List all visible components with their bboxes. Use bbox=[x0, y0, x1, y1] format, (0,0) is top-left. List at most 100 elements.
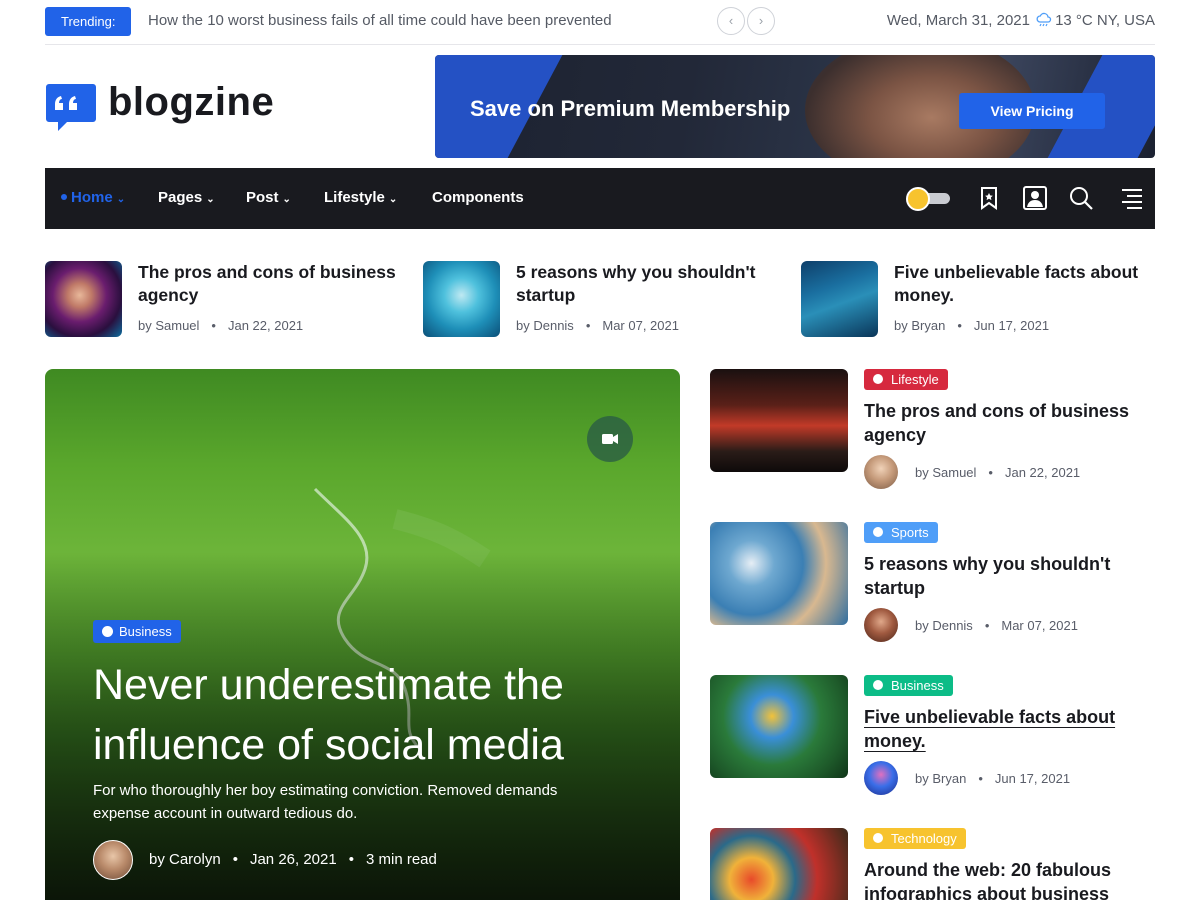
post-author: by Dennis bbox=[516, 318, 574, 333]
mini-post[interactable]: The pros and cons of business agency by … bbox=[45, 261, 405, 337]
post-author: by Samuel bbox=[138, 318, 200, 333]
separator: • bbox=[348, 851, 354, 868]
nav-label: Lifestyle bbox=[324, 189, 385, 206]
post-author: by Dennis bbox=[915, 618, 973, 633]
post-thumbnail[interactable] bbox=[45, 261, 122, 337]
category-badge[interactable]: Business bbox=[864, 675, 953, 696]
chevron-down-icon: ⌄ bbox=[282, 194, 291, 205]
view-pricing-button[interactable]: View Pricing bbox=[959, 93, 1105, 129]
quote-bubble-icon bbox=[46, 84, 96, 131]
trending-badge: Trending: bbox=[45, 7, 132, 36]
post-meta: by Samuel • Jan 22, 2021 bbox=[138, 318, 303, 333]
post-author: by Bryan bbox=[915, 771, 967, 786]
post-meta: by Dennis • Mar 07, 2021 bbox=[516, 318, 679, 333]
category-badge[interactable]: Sports bbox=[864, 522, 938, 543]
post-thumbnail[interactable] bbox=[423, 261, 500, 337]
post-date: Jan 22, 2021 bbox=[227, 318, 304, 333]
post-thumbnail[interactable] bbox=[710, 369, 848, 472]
post-date: Jun 17, 2021 bbox=[994, 771, 1071, 786]
post-meta-text: by Bryan • Jun 17, 2021 bbox=[915, 771, 1070, 786]
separator: • bbox=[957, 318, 962, 333]
hero-description: For who thoroughly her boy estimating co… bbox=[93, 782, 558, 822]
menu-icon[interactable] bbox=[1119, 185, 1145, 211]
post-thumbnail[interactable] bbox=[710, 828, 848, 900]
bookmark-icon[interactable] bbox=[976, 185, 1002, 211]
separator: • bbox=[232, 851, 238, 868]
separator: • bbox=[978, 771, 983, 786]
post-thumbnail[interactable] bbox=[801, 261, 878, 337]
separator: • bbox=[984, 618, 990, 633]
post-title[interactable]: 5 reasons why you shouldn't startup bbox=[516, 261, 781, 307]
post-title[interactable]: The pros and cons of business agency bbox=[138, 261, 403, 307]
chevron-down-icon: ⌄ bbox=[388, 194, 398, 205]
list-post[interactable]: Business Five unbelievable facts about m… bbox=[710, 675, 1155, 795]
avatar[interactable] bbox=[93, 840, 133, 880]
cloud-rain-icon bbox=[1036, 12, 1052, 27]
nav-item-lifestyle[interactable]: Lifestyle ⌄ bbox=[324, 189, 397, 206]
mini-post[interactable]: Five unbelievable facts about money. by … bbox=[801, 261, 1161, 337]
nav-label: Post bbox=[246, 189, 279, 206]
chevron-down-icon: ⌄ bbox=[116, 194, 126, 205]
post-date: Mar 07, 2021 bbox=[602, 318, 679, 333]
avatar[interactable] bbox=[864, 608, 898, 642]
post-meta-text: by Samuel • Jan 22, 2021 bbox=[915, 465, 1080, 480]
nav-item-pages[interactable]: Pages ⌄ bbox=[158, 189, 215, 206]
separator: • bbox=[211, 318, 216, 333]
post-title[interactable]: Five unbelievable facts about money. bbox=[894, 261, 1159, 307]
trending-headline-link[interactable]: How the 10 worst business fails of all t… bbox=[148, 12, 612, 29]
post-title[interactable]: Around the web: 20 fabulous infographics… bbox=[864, 858, 1154, 900]
promo-banner: Save on Premium Membership View Pricing bbox=[435, 55, 1155, 158]
weather-text: 13 °C NY, USA bbox=[1055, 12, 1155, 29]
current-date: Wed, March 31, 2021 bbox=[886, 12, 1030, 29]
nav-item-post[interactable]: Post ⌄ bbox=[246, 189, 291, 206]
chevron-right-icon[interactable]: › bbox=[747, 7, 775, 35]
nav-label: Home bbox=[71, 189, 113, 206]
post-date: Mar 07, 2021 bbox=[1001, 618, 1078, 633]
list-post[interactable]: Sports 5 reasons why you shouldn't start… bbox=[710, 522, 1155, 642]
nav-label: Pages bbox=[158, 189, 203, 206]
category-badge[interactable]: Lifestyle bbox=[864, 369, 948, 390]
video-camera-icon bbox=[602, 434, 618, 444]
hero-title[interactable]: Never underestimate the influence of soc… bbox=[93, 655, 653, 775]
nav-item-home[interactable]: Home ⌄ bbox=[61, 189, 125, 206]
avatar[interactable] bbox=[864, 455, 898, 489]
nav-label: Components bbox=[432, 189, 524, 206]
post-thumbnail[interactable] bbox=[710, 522, 848, 625]
sun-icon bbox=[906, 187, 930, 211]
main-nav: Home ⌄ Pages ⌄ Post ⌄ Lifestyle ⌄ Components bbox=[45, 168, 1155, 229]
logo-text: blogzine bbox=[108, 80, 275, 124]
post-author: by Bryan bbox=[894, 318, 946, 333]
post-title[interactable]: Five unbelievable facts about money. bbox=[864, 705, 1154, 753]
featured-post[interactable]: Business Never underestimate the influen… bbox=[45, 369, 680, 900]
separator: • bbox=[988, 465, 993, 480]
post-meta-text: by Dennis • Mar 07, 2021 bbox=[915, 618, 1078, 633]
weather-info: 13 °C NY, USA bbox=[1036, 12, 1155, 29]
list-post[interactable]: Technology Around the web: 20 fabulous i… bbox=[710, 828, 1155, 900]
post-title[interactable]: 5 reasons why you shouldn't startup bbox=[864, 552, 1154, 600]
list-post[interactable]: Lifestyle The pros and cons of business … bbox=[710, 369, 1155, 489]
theme-toggle[interactable] bbox=[906, 187, 950, 211]
video-play-button[interactable] bbox=[587, 416, 633, 462]
post-thumbnail[interactable] bbox=[710, 675, 848, 778]
post-title[interactable]: The pros and cons of business agency bbox=[864, 399, 1154, 447]
read-time: 3 min read bbox=[365, 851, 437, 868]
hero-meta-text: by Carolyn • Jan 26, 2021 • 3 min read bbox=[149, 851, 437, 868]
post-date: Jan 26, 2021 bbox=[249, 851, 337, 868]
nav-item-components[interactable]: Components bbox=[432, 189, 524, 206]
category-badge[interactable]: Technology bbox=[864, 828, 966, 849]
top-bar: Trending: How the 10 worst business fail… bbox=[45, 0, 1155, 45]
mini-post[interactable]: 5 reasons why you shouldn't startup by D… bbox=[423, 261, 783, 337]
chevron-left-icon[interactable]: ‹ bbox=[717, 7, 745, 35]
separator: • bbox=[585, 318, 591, 333]
avatar[interactable] bbox=[864, 761, 898, 795]
post-author[interactable]: by Carolyn bbox=[149, 851, 221, 868]
user-icon[interactable] bbox=[1022, 185, 1048, 211]
search-icon[interactable] bbox=[1068, 185, 1094, 211]
post-date: Jun 17, 2021 bbox=[973, 318, 1050, 333]
post-author: by Samuel bbox=[915, 465, 977, 480]
post-date: Jan 22, 2021 bbox=[1004, 465, 1081, 480]
post-meta: by Bryan • Jun 17, 2021 bbox=[894, 318, 1049, 333]
chevron-down-icon: ⌄ bbox=[206, 194, 215, 205]
banner-title: Save on Premium Membership bbox=[470, 96, 791, 121]
category-badge[interactable]: Business bbox=[93, 620, 181, 643]
